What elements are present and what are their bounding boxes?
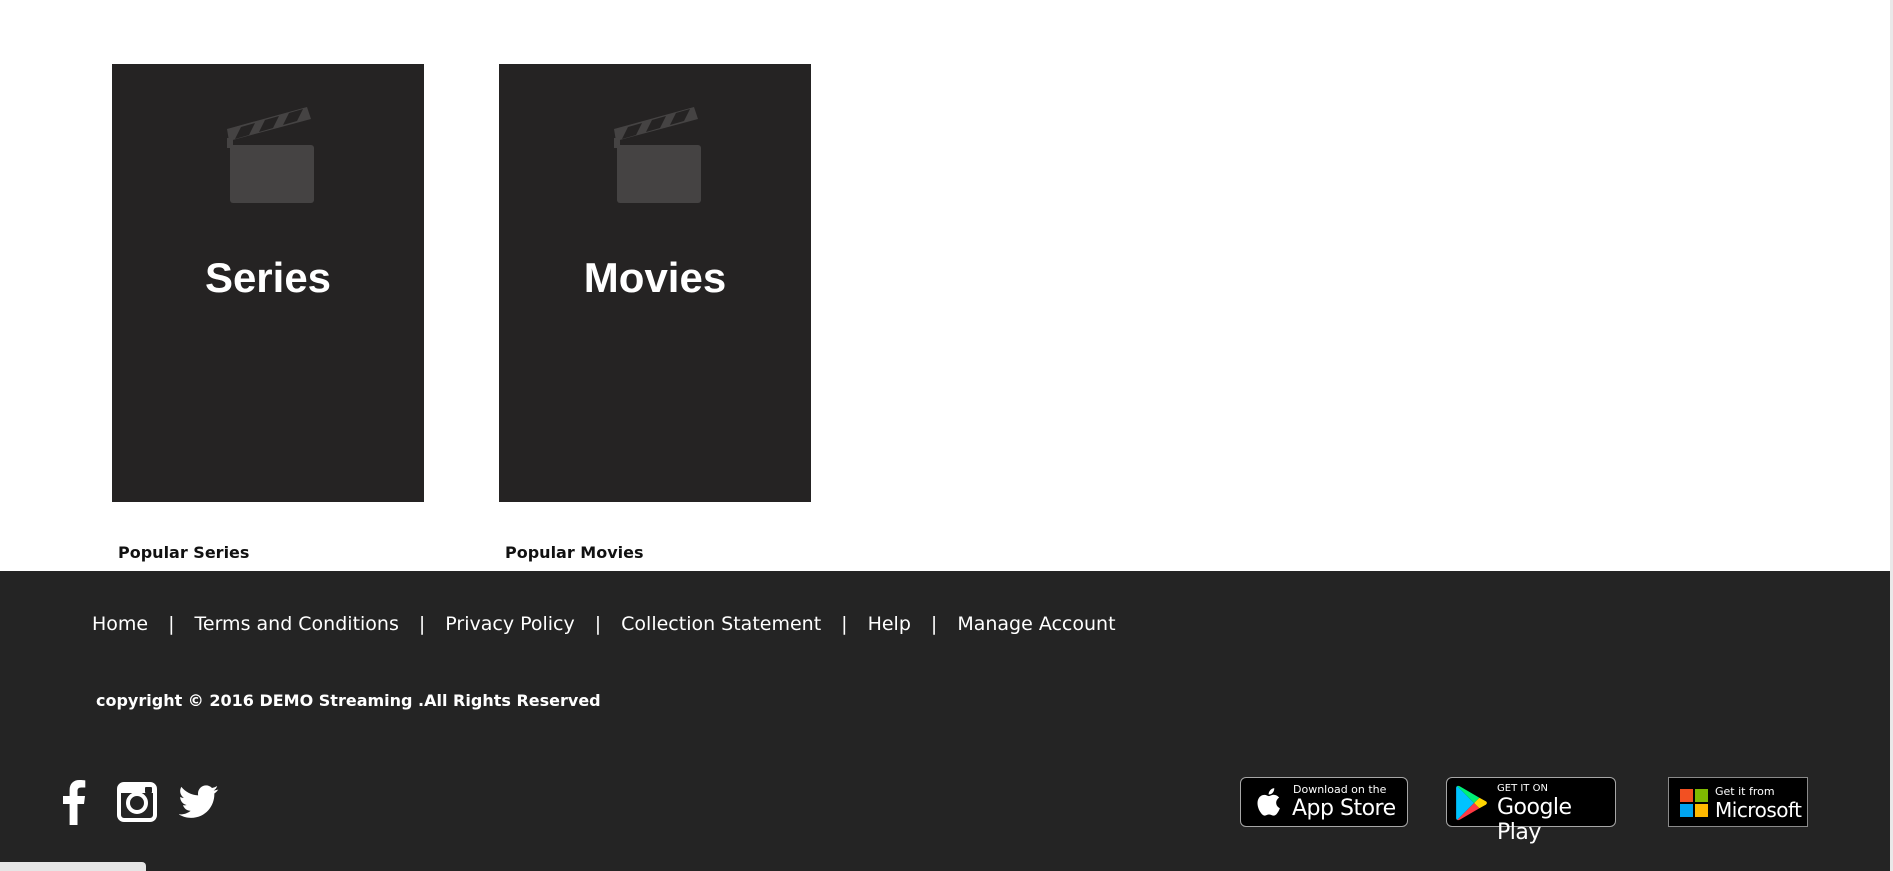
app-store-big-text: App Store — [1292, 796, 1396, 821]
nav-separator: | — [594, 613, 602, 635]
microsoft-small-text: Get it from — [1715, 785, 1775, 798]
apple-icon — [1257, 788, 1280, 816]
microsoft-big-text: Microsoft — [1715, 798, 1802, 822]
movies-tile[interactable]: Movies — [499, 64, 811, 502]
google-play-icon — [1456, 785, 1487, 821]
footer-link-privacy[interactable]: Privacy Policy — [445, 613, 574, 635]
clapperboard-icon — [227, 107, 314, 203]
google-play-badge[interactable]: GET IT ON Google Play — [1446, 777, 1616, 845]
footer-link-manage-account[interactable]: Manage Account — [957, 613, 1115, 635]
nav-separator: | — [168, 613, 175, 635]
microsoft-logo-icon — [1680, 789, 1708, 817]
movies-tile-title: Movies — [583, 254, 727, 301]
microsoft-badge[interactable]: Get it from Microsoft — [1668, 777, 1808, 827]
popular-movies-link[interactable]: Popular Movies — [505, 543, 644, 562]
app-store-small-text: Download on the — [1293, 783, 1387, 796]
app-store-badge[interactable]: Download on the App Store — [1240, 777, 1408, 827]
bottom-panel-tab — [0, 862, 146, 871]
main-content: Series Popular Series Movies Popular Mov… — [0, 0, 1893, 571]
nav-separator: | — [841, 613, 848, 635]
series-tile-title: Series — [204, 254, 332, 301]
popular-series-link[interactable]: Popular Series — [118, 543, 249, 562]
nav-separator: | — [418, 613, 426, 635]
series-tile[interactable]: Series — [112, 64, 424, 502]
footer: Home | Terms and Conditions | Privacy Po… — [0, 571, 1893, 871]
nav-separator: | — [930, 613, 938, 635]
instagram-icon[interactable] — [117, 779, 157, 825]
footer-link-help[interactable]: Help — [868, 613, 911, 635]
footer-link-home[interactable]: Home — [92, 613, 148, 635]
clapperboard-icon — [614, 107, 701, 203]
google-play-small-text: GET IT ON — [1497, 783, 1548, 794]
google-play-big-text: Google Play — [1497, 795, 1572, 845]
twitter-icon[interactable] — [179, 779, 219, 825]
copyright-text: copyright © 2016 DEMO Streaming .All Rig… — [96, 691, 601, 710]
footer-nav: Home | Terms and Conditions | Privacy Po… — [92, 613, 1116, 635]
footer-link-collection-statement[interactable]: Collection Statement — [621, 613, 821, 635]
footer-link-terms[interactable]: Terms and Conditions — [195, 613, 399, 635]
facebook-icon[interactable] — [62, 779, 86, 825]
